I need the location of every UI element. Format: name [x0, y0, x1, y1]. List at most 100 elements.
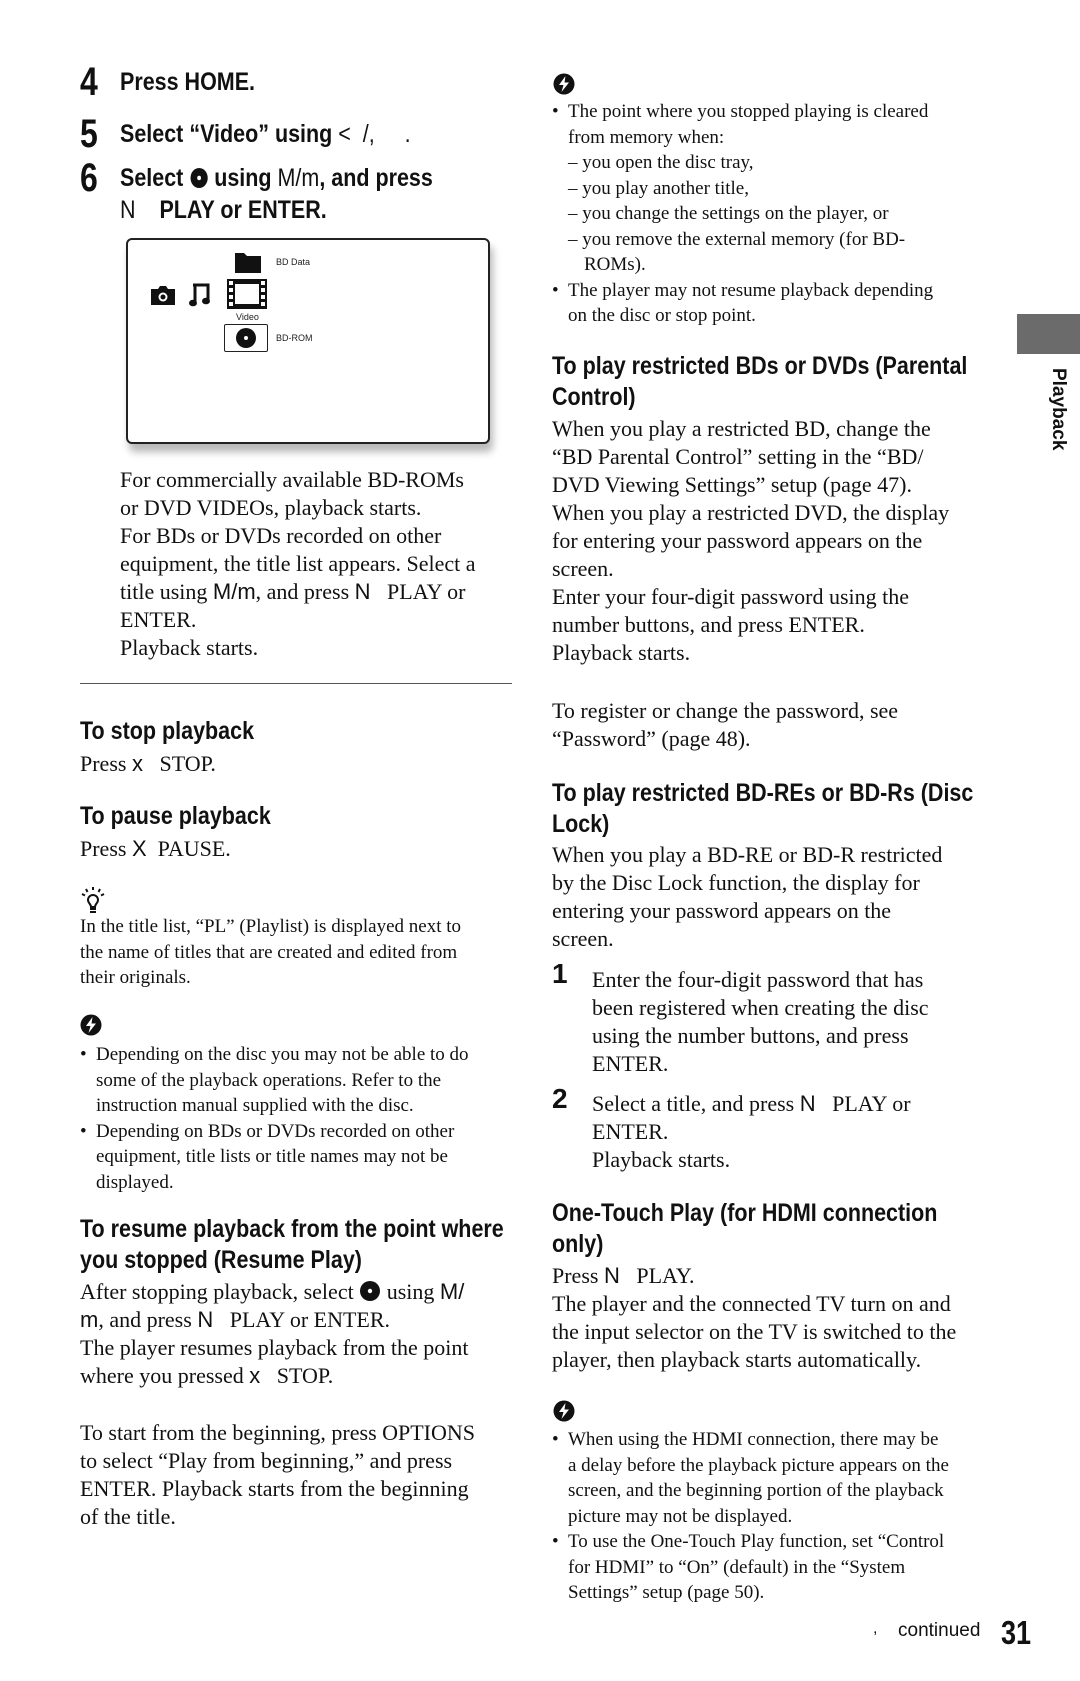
resume-body: After stopping playback, select using M/…: [80, 1278, 469, 1390]
key-symbol: X: [131, 836, 147, 861]
text-part: PLAY or: [815, 1091, 911, 1116]
disclock-step-2: Select a title, and press N PLAY or ENTE…: [592, 1090, 911, 1174]
dash-item-cont: ROMs).: [584, 254, 646, 275]
key-symbol: <: [338, 120, 351, 148]
section-tab-marker: [1017, 314, 1080, 354]
text-line: For BDs or DVDs recorded on other: [120, 523, 442, 548]
text-line: on the disc or stop point.: [568, 305, 756, 326]
camera-icon: [151, 286, 175, 305]
step-text: Press HOME.: [120, 68, 256, 96]
section-tab-label: Playback: [1048, 368, 1069, 451]
text-line: screen, and the beginning portion of the…: [568, 1480, 944, 1501]
disclock-step-1-number: 1: [552, 958, 568, 989]
step-number: 6: [80, 156, 98, 200]
text-part: PAUSE.: [157, 836, 231, 861]
lightbulb-icon: [81, 887, 105, 913]
heading-pause-playback: To pause playback: [80, 802, 271, 830]
text-line: “BD Parental Control” setting in the “BD…: [552, 444, 924, 469]
text-line: Playback starts.: [120, 635, 259, 660]
text-line: When you play a BD-RE or BD-R restricted: [552, 842, 943, 867]
warning-bolt-icon: [553, 73, 575, 95]
screen-label-bd-rom: BD-ROM: [276, 333, 313, 343]
text-part: , and press: [98, 1307, 198, 1332]
stop-instruction: Press x STOP.: [80, 750, 216, 778]
heading-line: Lock): [552, 810, 610, 838]
text-line: some of the playback operations. Refer t…: [96, 1069, 442, 1091]
text-part: PLAY or ENTER.: [213, 1307, 391, 1332]
text-line: Enter the four-digit password that has: [592, 967, 924, 992]
text-line: DVD Viewing Settings” setup (page 47).: [552, 472, 912, 497]
step-6-body: For commercially available BD-ROMs or DV…: [120, 466, 476, 662]
pause-instruction: Press X PAUSE.: [80, 835, 231, 863]
text-line: equipment, title lists or title names ma…: [96, 1146, 448, 1167]
text-line: title using M/m, and press N PLAY or: [120, 578, 476, 606]
disclock-step-1: Enter the four-digit password that has b…: [592, 966, 929, 1078]
text-line: The player and the connected TV turn on …: [552, 1291, 951, 1316]
note-bullet: Depending on the disc you may not be abl…: [80, 1042, 469, 1119]
key-symbol: m: [80, 1307, 99, 1332]
key-symbol: x: [249, 1363, 261, 1388]
heading-one-touch-play: One-Touch Play (for HDMI connection only…: [552, 1198, 937, 1260]
warning-bolt-icon: [80, 1014, 102, 1036]
note-bullet: When using the HDMI connection, there ma…: [552, 1427, 949, 1529]
tip-text: In the title list, “PL” (Playlist) is di…: [80, 914, 461, 991]
heading-line: One-Touch Play (for HDMI connection: [552, 1199, 938, 1227]
screen-label-bd-data: BD Data: [276, 257, 311, 267]
text-line: screen.: [552, 926, 614, 951]
key-symbol: N: [603, 1263, 620, 1288]
text-line: The player resumes playback from the poi…: [80, 1335, 469, 1360]
text-line: When using the HDMI connection, there ma…: [568, 1429, 939, 1450]
note-right-top-list: The point where you stopped playing is c…: [552, 99, 933, 329]
note-right-bottom-list: When using the HDMI connection, there ma…: [552, 1427, 949, 1606]
continued-label: continued: [898, 1620, 981, 1641]
text-line: screen.: [552, 556, 614, 581]
heading-line: you stopped (Resume Play): [80, 1246, 362, 1274]
key-symbol: N: [354, 579, 371, 604]
screen-label-video: Video: [236, 312, 259, 322]
text-line: of the title.: [80, 1504, 176, 1529]
text-line: For commercially available BD-ROMs: [120, 467, 464, 492]
text-line: instruction manual supplied with the dis…: [96, 1095, 414, 1116]
heading-line: To play restricted BD-REs or BD-Rs (Disc: [552, 779, 974, 807]
step-text-part: , and press: [319, 164, 433, 192]
section-divider: [80, 683, 512, 684]
heading-line: Control): [552, 383, 636, 411]
text-line: When you play a restricted DVD, the disp…: [552, 500, 950, 525]
text-line: When you play a restricted BD, change th…: [552, 416, 931, 441]
disc-icon: [190, 168, 208, 188]
key-symbol: x: [131, 751, 143, 776]
text-line: from memory when:: [568, 126, 725, 148]
text-line: the name of titles that are created and …: [80, 941, 458, 963]
text-line: by the Disc Lock function, the display f…: [552, 870, 920, 895]
text-part: Press: [552, 1263, 604, 1288]
key-symbol: N: [197, 1307, 214, 1332]
text-part: Press: [80, 751, 132, 776]
key-symbol: M/m: [212, 579, 256, 604]
text-part: Select a title, and press: [592, 1091, 800, 1116]
text-line: Playback starts.: [592, 1147, 731, 1172]
text-part: using: [381, 1279, 440, 1304]
dash-item: – you change the settings on the player,…: [568, 203, 889, 224]
text-part: where you pressed: [80, 1363, 250, 1388]
key-symbol: N: [799, 1091, 816, 1116]
selected-disc-item[interactable]: [224, 324, 268, 352]
text-line: Press N PLAY.: [552, 1262, 956, 1290]
text-line: player, then playback starts automatical…: [552, 1347, 922, 1372]
warning-bolt-icon: [553, 1400, 575, 1422]
heading-stop-playback: To stop playback: [80, 717, 255, 745]
resume-beginning-text: To start from the beginning, press OPTIO…: [80, 1419, 475, 1531]
key-symbol: M/m: [277, 164, 320, 192]
step-text-part: /, .: [350, 120, 411, 148]
text-line: To start from the beginning, press OPTIO…: [80, 1420, 476, 1445]
note-bullet: The player may not resume playback depen…: [552, 278, 933, 329]
heading-parental-control: To play restricted BDs or DVDs (Parental…: [552, 351, 967, 413]
text-line: their originals.: [80, 967, 191, 988]
text-part: STOP.: [260, 1363, 334, 1388]
step-number: 4: [80, 60, 98, 104]
home-menu-illustration: BD Data Video BD-ROM: [126, 238, 490, 444]
text-line: a delay before the playback picture appe…: [568, 1454, 949, 1476]
dash-item: – you open the disc tray,: [568, 152, 754, 173]
text-line: the input selector on the TV is switched…: [552, 1319, 957, 1344]
text-line: Playback starts.: [552, 640, 691, 665]
text-line: To use the One-Touch Play function, set …: [568, 1531, 945, 1552]
